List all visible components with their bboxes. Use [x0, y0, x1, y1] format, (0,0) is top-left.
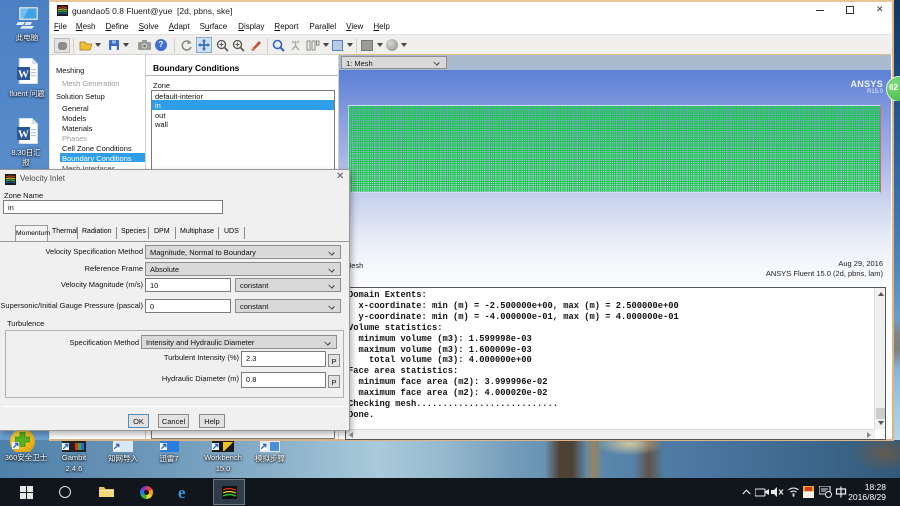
svg-text:W: W — [18, 69, 29, 81]
svg-text:W: W — [18, 129, 29, 141]
